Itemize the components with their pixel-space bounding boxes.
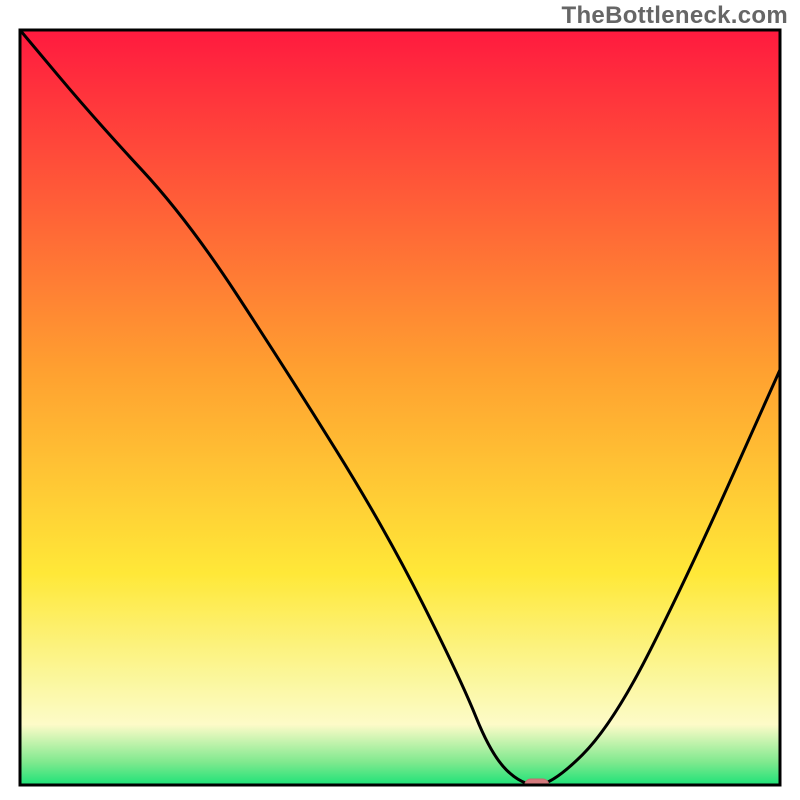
- bottleneck-chart: [0, 0, 800, 800]
- chart-container: { "watermark": "TheBottleneck.com", "col…: [0, 0, 800, 800]
- gradient-background: [20, 30, 780, 785]
